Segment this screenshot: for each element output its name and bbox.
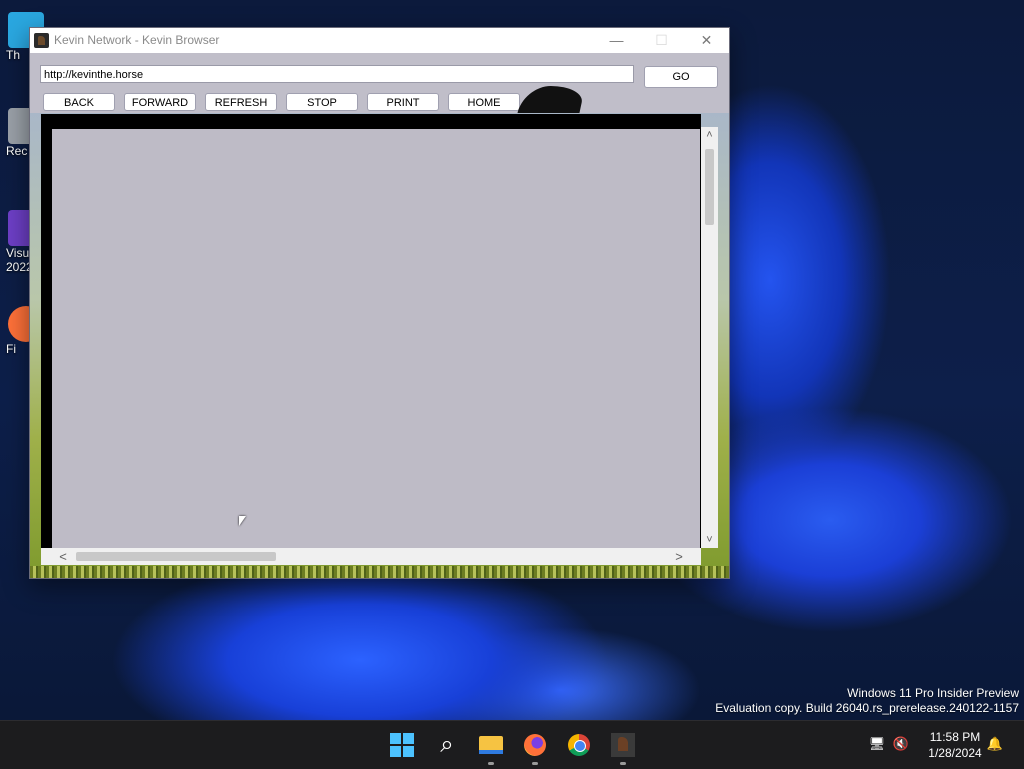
volume-muted-icon[interactable]: 🔇 <box>892 735 910 753</box>
clock-date: 1/28/2024 <box>928 746 982 760</box>
scroll-up-icon[interactable]: ˄ <box>701 127 718 143</box>
horse-app-icon <box>34 33 49 48</box>
refresh-button[interactable]: REFRESH <box>205 93 277 111</box>
watermark-build: Evaluation copy. Build 26040.rs_prerelea… <box>715 701 1019 715</box>
firefox-icon <box>524 734 546 756</box>
print-button[interactable]: PRINT <box>367 93 439 111</box>
address-bar-input[interactable]: http://kevinthe.horse <box>40 65 634 83</box>
chrome-icon <box>568 734 590 756</box>
window-title: Kevin Network - Kevin Browser <box>54 33 220 47</box>
running-indicator <box>532 762 538 765</box>
horizontal-scrollbar[interactable]: < > <box>41 548 701 565</box>
taskbar: ⌕ 🖥 🔇 11:58 PM 1/28/2024 🔔 <box>0 720 1024 769</box>
start-button[interactable] <box>386 729 418 761</box>
title-bar[interactable]: Kevin Network - Kevin Browser — ☐ ✕ <box>30 28 729 53</box>
stop-button[interactable]: STOP <box>286 93 358 111</box>
close-button[interactable]: ✕ <box>684 28 729 53</box>
mouse-cursor-icon <box>239 516 246 526</box>
browser-window: Kevin Network - Kevin Browser — ☐ ✕ http… <box>29 27 730 579</box>
windows-start-icon <box>390 733 414 757</box>
file-explorer-button[interactable] <box>475 729 507 765</box>
page-content-area[interactable] <box>52 129 700 548</box>
grass-strip <box>30 566 729 578</box>
clock-time: 11:58 PM <box>929 730 981 744</box>
kevin-browser-taskbar-button[interactable] <box>607 729 639 765</box>
scroll-right-icon[interactable]: > <box>671 548 687 565</box>
system-clock[interactable]: 11:58 PM 1/28/2024 <box>918 729 992 761</box>
home-button[interactable]: HOME <box>448 93 520 111</box>
notification-bell-icon[interactable]: 🔔 <box>986 735 1004 753</box>
vertical-scroll-thumb[interactable] <box>705 149 714 225</box>
search-button[interactable]: ⌕ <box>431 729 463 761</box>
windows-watermark: Windows 11 Pro Insider Preview Evaluatio… <box>715 686 1019 716</box>
watermark-edition: Windows 11 Pro Insider Preview <box>847 686 1019 700</box>
running-indicator <box>488 762 494 765</box>
chrome-taskbar-button[interactable] <box>563 729 595 761</box>
back-button[interactable]: BACK <box>43 93 115 111</box>
search-icon: ⌕ <box>440 731 454 758</box>
minimize-button[interactable]: — <box>594 28 639 53</box>
horizontal-scroll-thumb[interactable] <box>76 552 276 561</box>
maximize-button[interactable]: ☐ <box>639 28 684 53</box>
go-button[interactable]: GO <box>644 66 718 88</box>
firefox-taskbar-button[interactable] <box>519 729 551 765</box>
running-indicator <box>620 762 626 765</box>
network-icon[interactable]: 🖥 <box>868 735 886 753</box>
scroll-left-icon[interactable]: < <box>55 548 71 565</box>
horse-silhouette-decoration <box>516 86 586 116</box>
vertical-scrollbar[interactable]: ˄ ˅ <box>701 127 718 548</box>
forward-button[interactable]: FORWARD <box>124 93 196 111</box>
scroll-down-icon[interactable]: ˅ <box>701 532 718 548</box>
horse-app-icon <box>611 733 635 757</box>
folder-icon <box>479 736 503 754</box>
